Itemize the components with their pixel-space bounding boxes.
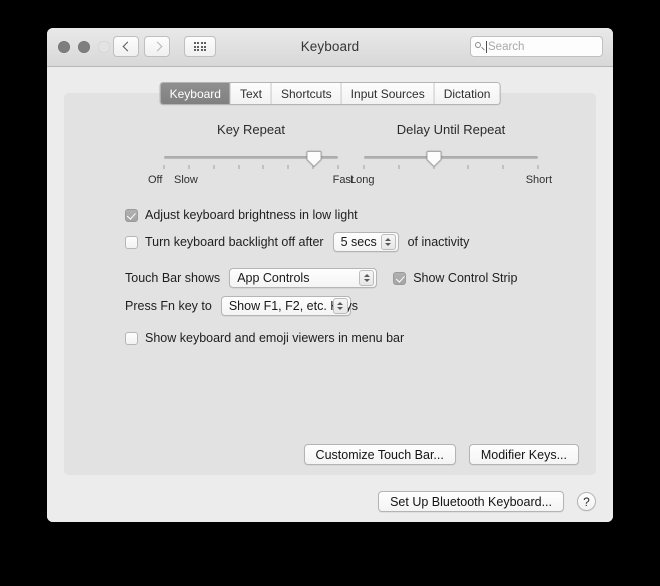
show-viewers-label: Show keyboard and emoji viewers in menu … [145,331,405,345]
press-fn-key-popup[interactable]: Show F1, F2, etc. Keys [220,296,358,316]
stepper-arrows-icon[interactable] [380,234,396,250]
key-repeat-slow-label: Slow [174,174,198,186]
key-repeat-title: Key Repeat [217,122,285,137]
show-control-strip-label: Show Control Strip [413,271,518,285]
tab-shortcuts-label: Shortcuts [280,86,332,101]
backlight-off-checkbox[interactable] [125,235,138,249]
press-fn-key-row: Press Fn key to Show F1, F2, etc. Keys [125,296,358,316]
tab-input-sources[interactable]: Input Sources [341,83,435,104]
delay-ticks [363,165,539,170]
press-fn-key-label: Press Fn key to [125,299,212,313]
show-control-strip-checkbox[interactable] [393,271,407,285]
tab-shortcuts[interactable]: Shortcuts [271,83,342,104]
help-button[interactable]: ? [577,492,596,511]
delay-short-label: Short [525,174,552,186]
touch-bar-shows-popup[interactable]: App Controls [229,268,378,288]
adjust-brightness-checkbox[interactable] [125,208,138,222]
tab-keyboard-label: Keyboard [169,86,221,101]
tab-text-label: Text [239,86,262,101]
key-repeat-thumb[interactable] [306,151,322,167]
delay-until-repeat-slider[interactable]: Long Short [350,150,552,186]
delay-thumb[interactable] [426,151,442,167]
delay-labels: Long Short [348,174,554,188]
touch-bar-shows-label: Touch Bar shows [125,271,221,285]
tab-text[interactable]: Text [230,83,272,104]
footer-buttons-row: Set Up Bluetooth Keyboard... ? [378,491,596,512]
adjust-brightness-label: Adjust keyboard brightness in low light [145,208,358,222]
backlight-off-row[interactable]: Turn keyboard backlight off after 5 secs… [125,232,469,252]
show-viewers-checkbox[interactable] [125,331,138,345]
modifier-keys-button[interactable]: Modifier Keys... [468,444,579,465]
tab-bar: Keyboard Text Shortcuts Input Sources Di… [159,82,501,105]
tab-keyboard[interactable]: Keyboard [160,83,231,104]
panel-buttons-row: Customize Touch Bar... Modifier Keys... [303,444,579,465]
delay-long-label: Long [350,174,375,186]
popup-arrows-icon-2[interactable] [332,298,348,314]
tab-dictation-label: Dictation [443,86,491,101]
customize-touch-bar-button[interactable]: Customize Touch Bar... [303,444,456,465]
backlight-off-suffix: of inactivity [407,235,470,249]
key-repeat-off-label: Off [148,174,163,186]
keyboard-preferences-window: Keyboard Search Keyboard Text Shortcuts [47,28,613,522]
window-titlebar: Keyboard Search [47,28,613,67]
adjust-brightness-row[interactable]: Adjust keyboard brightness in low light [125,208,358,222]
delay-until-repeat-title: Delay Until Repeat [396,122,506,137]
text-caret [486,40,487,53]
setup-bluetooth-keyboard-button[interactable]: Set Up Bluetooth Keyboard... [378,491,564,512]
tab-input-sources-label: Input Sources [350,86,425,101]
key-repeat-slider-block: Key Repeat Off Slow Fast [148,122,354,186]
show-viewers-row[interactable]: Show keyboard and emoji viewers in menu … [125,331,404,345]
search-icon [475,41,485,52]
backlight-off-label: Turn keyboard backlight off after [145,235,324,249]
backlight-delay-value: 5 secs [340,235,377,249]
delay-until-repeat-slider-block: Delay Until Repeat Long Short [350,122,552,186]
key-repeat-labels: Off Slow Fast [148,174,354,188]
tab-dictation[interactable]: Dictation [434,83,500,104]
search-placeholder: Search [488,40,525,53]
touch-bar-shows-row: Touch Bar shows App Controls Show Contro… [125,268,517,288]
touch-bar-shows-value: App Controls [237,271,310,285]
popup-arrows-icon[interactable] [359,270,375,286]
backlight-delay-stepper[interactable]: 5 secs [332,232,399,252]
preferences-panel: Keyboard Text Shortcuts Input Sources Di… [64,82,596,475]
search-field[interactable]: Search [470,36,603,57]
delay-track [364,156,538,159]
key-repeat-slider[interactable]: Off Slow Fast [148,150,354,186]
window-body: Keyboard Text Shortcuts Input Sources Di… [47,67,613,522]
